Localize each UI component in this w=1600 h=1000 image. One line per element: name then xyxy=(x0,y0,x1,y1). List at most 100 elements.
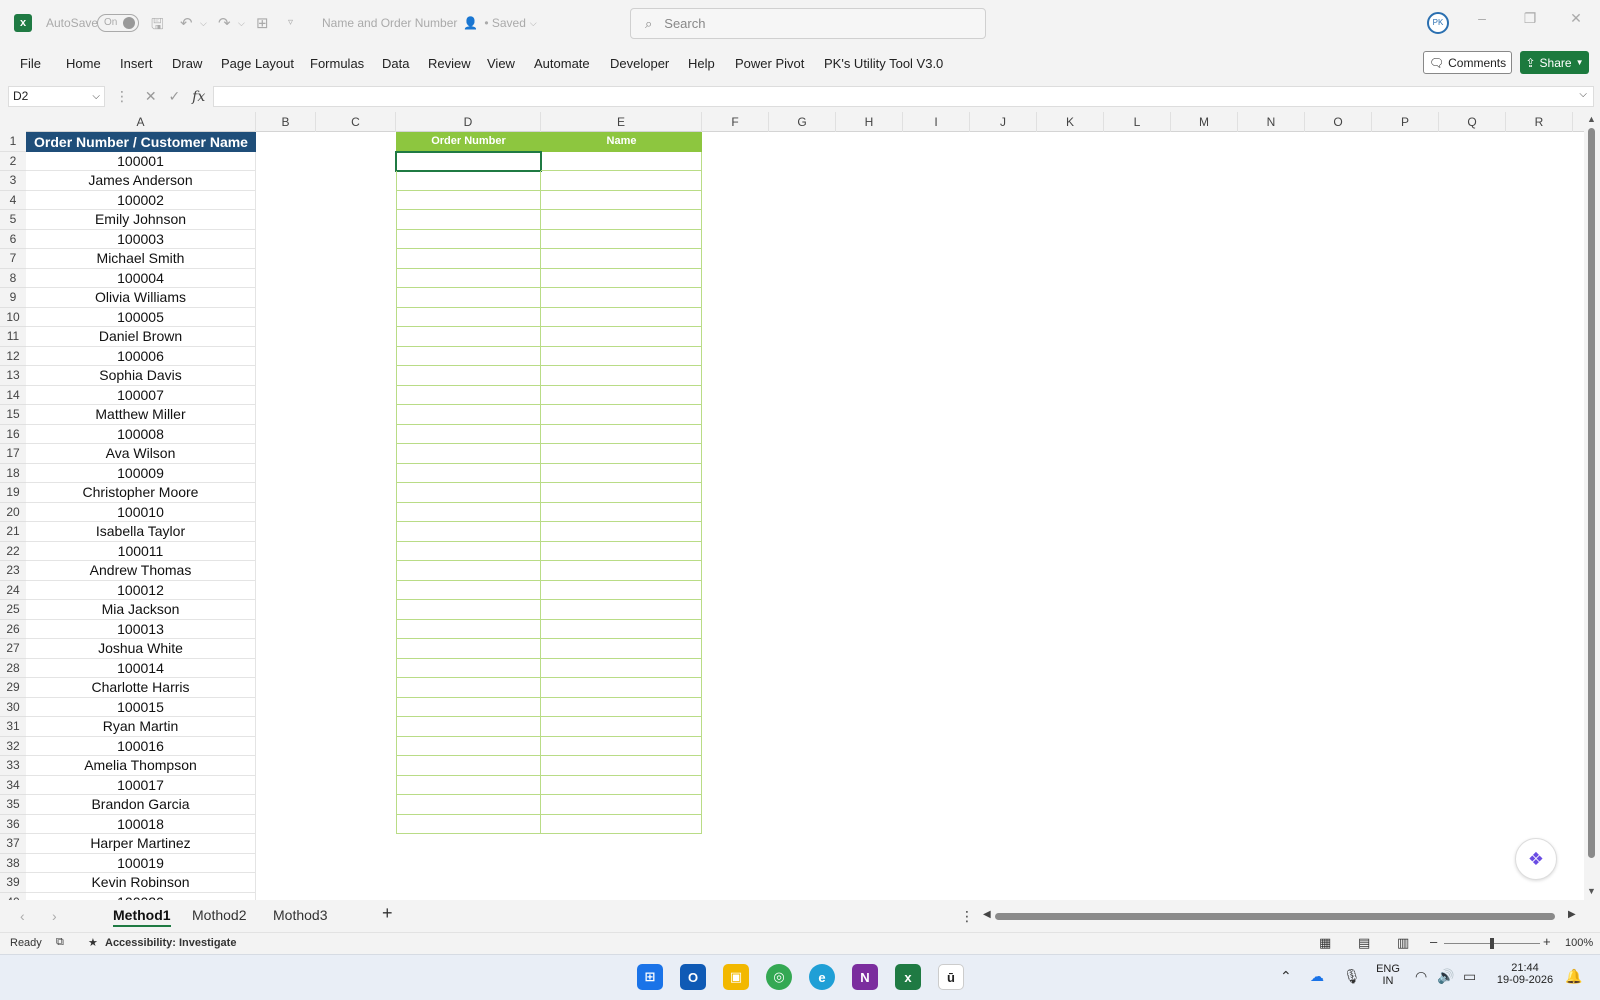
cell[interactable]: 100012 xyxy=(26,580,256,600)
table-header-order-number[interactable]: Order Number xyxy=(396,132,541,152)
tab-pk-utility-tool[interactable]: PK's Utility Tool V3.0 xyxy=(824,56,943,71)
cell[interactable]: Olivia Williams xyxy=(26,288,256,308)
name-box[interactable]: D2 ⌵ xyxy=(8,86,105,107)
table-cell[interactable] xyxy=(541,444,702,464)
copilot-icon[interactable]: ❖ xyxy=(1515,838,1557,880)
row-header[interactable]: 31 xyxy=(0,717,26,737)
scroll-left-icon[interactable]: ◀ xyxy=(983,909,991,920)
row-header[interactable]: 13 xyxy=(0,366,26,386)
table-cell[interactable] xyxy=(541,229,702,249)
row-header[interactable]: 35 xyxy=(0,795,26,815)
search-input[interactable]: ⌕ Search xyxy=(630,8,986,39)
table-cell[interactable] xyxy=(396,522,541,542)
cell[interactable]: 100004 xyxy=(26,268,256,288)
table-cell[interactable] xyxy=(396,424,541,444)
table-cell[interactable] xyxy=(541,600,702,620)
cell[interactable]: 100006 xyxy=(26,346,256,366)
table-cell[interactable] xyxy=(541,171,702,191)
row-header[interactable]: 26 xyxy=(0,619,26,639)
table-cell[interactable] xyxy=(541,327,702,347)
table-cell[interactable] xyxy=(396,736,541,756)
cell[interactable]: Daniel Brown xyxy=(26,327,256,347)
cell[interactable]: 100005 xyxy=(26,307,256,327)
sheet-tab-mothod3[interactable]: Mothod3 xyxy=(273,907,327,923)
horizontal-scroll-thumb[interactable] xyxy=(995,913,1555,920)
table-cell[interactable] xyxy=(396,405,541,425)
table-cell[interactable] xyxy=(541,756,702,776)
row-header[interactable]: 18 xyxy=(0,463,26,483)
table-cell[interactable] xyxy=(541,502,702,522)
cell[interactable]: 100001 xyxy=(26,151,256,171)
table-cell[interactable] xyxy=(541,463,702,483)
table-cell[interactable] xyxy=(396,249,541,269)
row-header[interactable]: 25 xyxy=(0,600,26,620)
column-header-d[interactable]: D xyxy=(396,112,541,132)
tab-home[interactable]: Home xyxy=(66,56,101,71)
table-cell[interactable] xyxy=(541,268,702,288)
onenote-icon[interactable]: N xyxy=(852,964,878,990)
vertical-scroll-thumb[interactable] xyxy=(1588,128,1595,858)
tab-formulas[interactable]: Formulas xyxy=(310,56,364,71)
cell[interactable]: James Anderson xyxy=(26,171,256,191)
comments-button[interactable]: 🗨 Comments xyxy=(1423,51,1512,74)
zoom-out-icon[interactable]: – xyxy=(1430,934,1437,949)
row-header[interactable]: 23 xyxy=(0,561,26,581)
table-cell[interactable] xyxy=(541,522,702,542)
table-cell[interactable] xyxy=(541,385,702,405)
table-cell[interactable] xyxy=(541,151,702,171)
row-header[interactable]: 1 xyxy=(0,132,26,152)
microphone-icon[interactable]: 🎙 xyxy=(1343,968,1361,985)
volume-icon[interactable]: 🔊 xyxy=(1437,968,1454,985)
row-header[interactable]: 8 xyxy=(0,268,26,288)
column-header-e[interactable]: E xyxy=(541,112,702,132)
row-header[interactable]: 27 xyxy=(0,639,26,659)
more-icon[interactable]: ⋮ xyxy=(115,88,129,104)
cell[interactable]: Mia Jackson xyxy=(26,600,256,620)
row-header[interactable]: 33 xyxy=(0,756,26,776)
row-header[interactable]: 11 xyxy=(0,327,26,347)
cell[interactable]: 100015 xyxy=(26,697,256,717)
formula-input[interactable]: ⌵ xyxy=(213,86,1594,107)
tab-help[interactable]: Help xyxy=(688,56,715,71)
row-header[interactable]: 16 xyxy=(0,424,26,444)
column-header-l[interactable]: L xyxy=(1104,112,1171,132)
row-header[interactable]: 12 xyxy=(0,346,26,366)
zoom-in-icon[interactable]: + xyxy=(1543,934,1551,949)
table-cell[interactable] xyxy=(541,424,702,444)
table-cell[interactable] xyxy=(396,327,541,347)
row-header[interactable]: 37 xyxy=(0,834,26,854)
table-cell[interactable] xyxy=(541,736,702,756)
cell[interactable]: 100003 xyxy=(26,229,256,249)
edge-icon[interactable]: e xyxy=(809,964,835,990)
cell[interactable]: 100009 xyxy=(26,463,256,483)
battery-icon[interactable]: ▭ xyxy=(1463,968,1476,985)
table-cell[interactable] xyxy=(541,307,702,327)
row-header[interactable]: 36 xyxy=(0,814,26,834)
cell[interactable]: Ava Wilson xyxy=(26,444,256,464)
row-header[interactable]: 2 xyxy=(0,151,26,171)
table-cell[interactable] xyxy=(541,580,702,600)
cell[interactable]: 100008 xyxy=(26,424,256,444)
accessibility-status[interactable]: Accessibility: Investigate xyxy=(105,937,236,949)
redo-icon[interactable]: ↷ xyxy=(218,14,231,32)
expand-formula-icon[interactable]: ⌵ xyxy=(1579,89,1587,100)
save-icon[interactable]: 🖫 xyxy=(151,14,164,39)
row-header[interactable]: 24 xyxy=(0,580,26,600)
cell[interactable]: 100002 xyxy=(26,190,256,210)
redo-dropdown-icon[interactable]: ⌵ xyxy=(238,18,245,29)
table-cell[interactable] xyxy=(541,717,702,737)
row-header[interactable]: 6 xyxy=(0,229,26,249)
row-header[interactable]: 9 xyxy=(0,288,26,308)
column-header-o[interactable]: O xyxy=(1305,112,1372,132)
cell[interactable]: 100013 xyxy=(26,619,256,639)
column-header-k[interactable]: K xyxy=(1037,112,1104,132)
screen-recorder-icon[interactable]: ū xyxy=(938,964,964,990)
table-cell[interactable] xyxy=(541,697,702,717)
cell[interactable]: 100010 xyxy=(26,502,256,522)
select-all-corner[interactable] xyxy=(0,112,26,132)
row-header[interactable]: 32 xyxy=(0,736,26,756)
share-button[interactable]: ⇪ Share ▼ xyxy=(1520,51,1589,74)
restore-icon[interactable]: ❐ xyxy=(1515,10,1545,27)
column-header-h[interactable]: H xyxy=(836,112,903,132)
table-cell[interactable] xyxy=(396,678,541,698)
